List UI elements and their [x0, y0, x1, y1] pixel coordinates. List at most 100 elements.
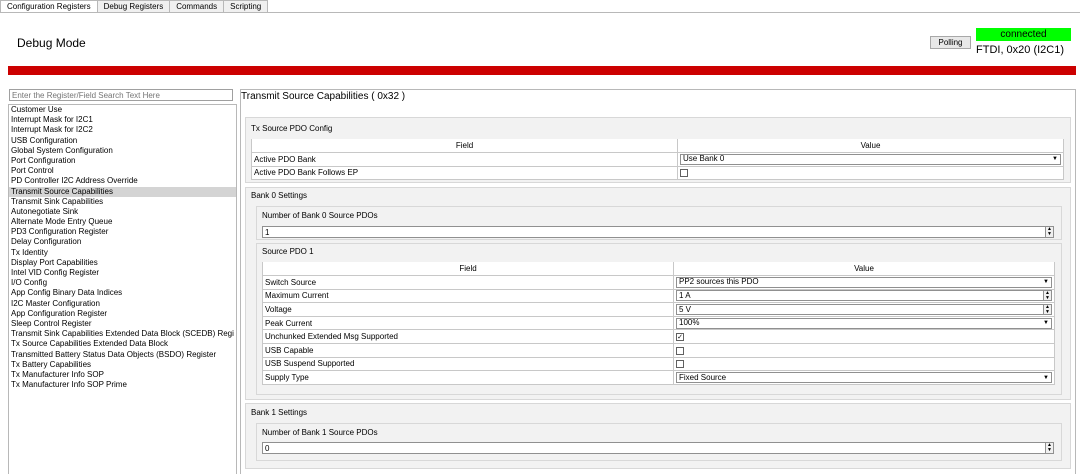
spinner-arrows-icon[interactable]: ▲ ▼	[1045, 227, 1053, 237]
select-value: Use Bank 0	[683, 154, 725, 164]
register-list-item[interactable]: Sleep Control Register	[9, 319, 236, 329]
register-list-item[interactable]: Tx Manufacturer Info SOP	[9, 370, 236, 380]
register-list-item[interactable]: I2C Master Configuration	[9, 299, 236, 309]
register-list-item[interactable]: Delay Configuration	[9, 237, 236, 247]
register-list-item[interactable]: Display Port Capabilities	[9, 258, 236, 268]
register-list-item[interactable]: Tx Source Capabilities Extended Data Blo…	[9, 339, 236, 349]
table-row: Active PDO Bank Follows EP	[251, 165, 1064, 181]
select-value: 100%	[679, 318, 700, 328]
register-list-item[interactable]: Port Control	[9, 166, 236, 176]
table-row: Peak Current 100% ▼	[262, 315, 1055, 331]
tab-divider	[0, 12, 1080, 13]
input-value: 0	[265, 443, 270, 453]
tab-bar: Configuration Registers Debug Registers …	[0, 0, 269, 13]
tab-scripting[interactable]: Scripting	[223, 0, 269, 12]
register-list-item[interactable]: Alternate Mode Entry Queue	[9, 217, 236, 227]
input-value: 1	[265, 227, 270, 237]
tx-source-pdo-config-table: Field Value Active PDO Bank Use Bank 0 ▼ …	[251, 139, 1064, 181]
field-label: Voltage	[262, 302, 674, 317]
source-pdo-1-label: Source PDO 1	[262, 247, 314, 256]
input-value: 1 A	[679, 290, 691, 300]
table-row: Voltage 5 V ▲ ▼	[262, 302, 1055, 317]
table-row: USB Capable	[262, 343, 1055, 358]
register-list-item[interactable]: PD3 Configuration Register	[9, 227, 236, 237]
bank-0-count-label: Number of Bank 0 Source PDOs	[262, 211, 378, 220]
unchunked-extended-msg-checkbox[interactable]: ✓	[676, 333, 684, 342]
field-label: USB Suspend Supported	[262, 356, 674, 372]
column-header-value: Value	[673, 262, 1055, 277]
switch-source-select[interactable]: PP2 sources this PDO ▼	[676, 276, 1052, 288]
bank-1-settings-label: Bank 1 Settings	[251, 408, 308, 417]
dropdown-arrow-icon: ▼	[1052, 156, 1058, 163]
register-list-item[interactable]: Transmit Sink Capabilities	[9, 197, 236, 207]
tx-source-pdo-config-label: Tx Source PDO Config	[251, 124, 333, 133]
table-row: Active PDO Bank Use Bank 0 ▼	[251, 152, 1064, 167]
input-value: 5 V	[679, 304, 692, 314]
usb-suspend-supported-checkbox[interactable]	[676, 360, 684, 369]
bank-0-settings-label: Bank 0 Settings	[251, 191, 308, 200]
tab-debug-registers[interactable]: Debug Registers	[96, 0, 171, 12]
dropdown-arrow-icon: ▼	[1043, 279, 1049, 286]
register-list-item[interactable]: Tx Battery Capabilities	[9, 360, 236, 370]
register-list-item[interactable]: Transmitted Battery Status Data Objects …	[9, 350, 236, 360]
accent-bar	[8, 66, 1076, 75]
peak-current-select[interactable]: 100% ▼	[676, 317, 1052, 329]
mode-title: Debug Mode	[17, 36, 86, 50]
spinner-arrows-icon[interactable]: ▲ ▼	[1043, 305, 1051, 315]
field-label: USB Capable	[262, 343, 674, 358]
register-list-item[interactable]: Transmit Source Capabilities	[9, 186, 236, 197]
register-list-item[interactable]: App Configuration Register	[9, 309, 236, 319]
column-header-value: Value	[677, 139, 1064, 154]
field-label: Supply Type	[262, 370, 674, 385]
register-list[interactable]: Customer Use Interrupt Mask for I2C1 Inter…	[8, 104, 237, 474]
register-list-item[interactable]: Customer Use	[9, 105, 236, 115]
bank-1-count-input[interactable]: 0 ▲ ▼	[262, 442, 1054, 454]
connection-description: FTDI, 0x20 (I2C1)	[976, 44, 1065, 56]
bank-0-count-input[interactable]: 1 ▲ ▼	[262, 226, 1054, 238]
supply-type-select[interactable]: Fixed Source ▼	[676, 372, 1052, 384]
table-row: Unchunked Extended Msg Supported ✓	[262, 329, 1055, 345]
spinner-arrows-icon[interactable]: ▲ ▼	[1045, 443, 1053, 453]
register-search-input[interactable]	[9, 89, 233, 101]
register-list-item[interactable]: Tx Identity	[9, 248, 236, 258]
register-list-item[interactable]: USB Configuration	[9, 136, 236, 146]
register-list-item[interactable]: Intel VID Config Register	[9, 268, 236, 278]
bank-1-count-label: Number of Bank 1 Source PDOs	[262, 428, 378, 437]
voltage-spinbox[interactable]: 5 V ▲ ▼	[676, 304, 1052, 316]
field-label: Maximum Current	[262, 288, 674, 304]
select-value: Fixed Source	[679, 372, 727, 382]
register-list-item[interactable]: I/O Config	[9, 278, 236, 288]
source-pdo-1-table: Field Value Switch Source PP2 sources th…	[262, 262, 1055, 385]
polling-button[interactable]: Polling	[930, 36, 971, 49]
connection-status-badge: connected	[976, 28, 1071, 41]
maximum-current-spinbox[interactable]: 1 A ▲ ▼	[676, 290, 1052, 302]
register-list-item[interactable]: Interrupt Mask for I2C1	[9, 115, 236, 125]
column-header-field: Field	[251, 139, 678, 154]
field-label: Peak Current	[262, 315, 674, 331]
dropdown-arrow-icon: ▼	[1043, 374, 1049, 381]
register-detail-title: Transmit Source Capabilities ( 0x32 )	[241, 91, 406, 102]
usb-capable-checkbox[interactable]	[676, 346, 684, 355]
spinner-arrows-icon[interactable]: ▲ ▼	[1043, 291, 1051, 301]
field-label: Active PDO Bank	[251, 152, 678, 167]
column-header-field: Field	[262, 262, 674, 277]
field-label: Unchunked Extended Msg Supported	[262, 329, 674, 345]
field-label: Switch Source	[262, 275, 674, 290]
register-list-item[interactable]: Tx Manufacturer Info SOP Prime	[9, 380, 236, 390]
register-list-item[interactable]: App Config Binary Data Indices	[9, 288, 236, 298]
active-pdo-bank-follows-ep-checkbox[interactable]	[680, 169, 688, 178]
register-list-item[interactable]: Interrupt Mask for I2C2	[9, 125, 236, 135]
table-row: Maximum Current 1 A ▲ ▼	[262, 288, 1055, 304]
register-list-item[interactable]: Transmit Sink Capabilities Extended Data…	[9, 329, 236, 339]
register-list-item[interactable]: PD Controller I2C Address Override	[9, 176, 236, 186]
table-row: Switch Source PP2 sources this PDO ▼	[262, 275, 1055, 290]
tab-commands[interactable]: Commands	[169, 0, 225, 12]
register-list-item[interactable]: Global System Configuration	[9, 146, 236, 156]
table-row: USB Suspend Supported	[262, 356, 1055, 372]
register-list-item[interactable]: Port Configuration	[9, 156, 236, 166]
field-label: Active PDO Bank Follows EP	[251, 165, 678, 181]
dropdown-arrow-icon: ▼	[1043, 320, 1049, 327]
select-value: PP2 sources this PDO	[679, 277, 759, 287]
active-pdo-bank-select[interactable]: Use Bank 0 ▼	[680, 153, 1061, 165]
register-list-item[interactable]: Autonegotiate Sink	[9, 207, 236, 217]
